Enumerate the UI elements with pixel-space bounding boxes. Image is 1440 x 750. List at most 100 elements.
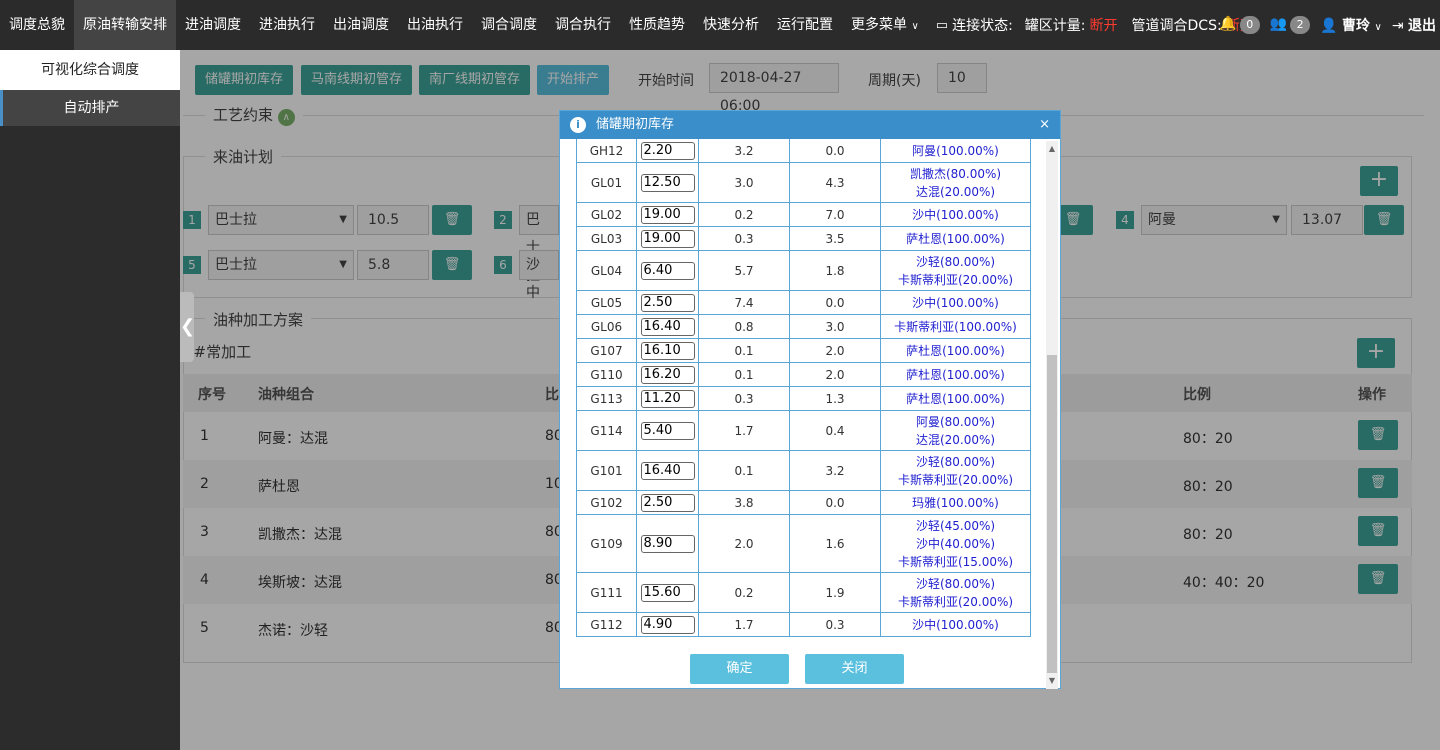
tank-name: G113: [576, 386, 637, 411]
tank-name: G101: [576, 450, 637, 491]
user-menu[interactable]: 👤 曹玲 ∨: [1320, 15, 1382, 35]
composition-item: 卡斯蒂利亚(20.00%): [897, 472, 1014, 487]
composition-item: 沙中(100.00%): [912, 295, 999, 310]
tank-value-input[interactable]: [640, 205, 695, 224]
tank-row: GL01 3.04.3 凯撒杰(80.00%) 达混(20.00%): [576, 162, 1031, 203]
composition-item: 沙轻(45.00%): [915, 518, 996, 533]
more-menu-label: 更多菜单: [851, 17, 907, 33]
tank-value-input[interactable]: [640, 141, 695, 160]
composition-item: 卡斯蒂利亚(15.00%): [897, 554, 1014, 569]
tank-value-input[interactable]: [640, 421, 695, 440]
sidebar-collapse-toggle[interactable]: ❮: [180, 292, 196, 362]
nav-item-outflow-exec[interactable]: 出油执行: [398, 0, 472, 50]
tank-col-b: 0.4: [789, 410, 881, 451]
tank-composition: 沙轻(45.00%) 沙中(40.00%) 卡斯蒂利亚(15.00%): [880, 514, 1031, 573]
tank-col-a: 0.3: [698, 226, 790, 251]
tank-value-input[interactable]: [640, 173, 695, 192]
scroll-thumb[interactable]: [1047, 355, 1057, 673]
tank-name: G110: [576, 362, 637, 387]
composition-item: 卡斯蒂利亚(20.00%): [897, 594, 1014, 609]
composition-item: 萨杜恩(100.00%): [906, 343, 1005, 358]
nav-item-run-config[interactable]: 运行配置: [768, 0, 842, 50]
tank-value-input[interactable]: [640, 389, 695, 408]
nav-item-blend-exec[interactable]: 调合执行: [546, 0, 620, 50]
chevron-left-icon: ❮: [180, 316, 196, 337]
tank-composition: 沙中(100.00%): [880, 612, 1031, 637]
tank-value-input[interactable]: [640, 493, 695, 512]
tank-value-input[interactable]: [640, 534, 695, 553]
tank-value-cell: [636, 338, 699, 363]
tank-row: G114 1.70.4 阿曼(80.00%) 达混(20.00%): [576, 410, 1031, 451]
tank-value-input[interactable]: [640, 365, 695, 384]
tank-col-a: 5.7: [698, 250, 790, 291]
dialog-title: 储罐期初库存: [596, 117, 675, 132]
tank-col-a: 0.1: [698, 338, 790, 363]
composition-item: 沙轻(80.00%): [915, 454, 996, 469]
tank-name: GL06: [576, 314, 637, 339]
notifications[interactable]: 🔔 0: [1219, 16, 1260, 34]
composition-item: 沙中(100.00%): [912, 617, 999, 632]
tank-value-input[interactable]: [640, 583, 695, 602]
composition-item: 沙中(40.00%): [915, 536, 996, 551]
nav-item-inflow-exec[interactable]: 进油执行: [250, 0, 324, 50]
composition-item: 卡斯蒂利亚(100.00%): [894, 319, 1017, 334]
tank-value-input[interactable]: [640, 293, 695, 312]
logout-label: 退出: [1408, 18, 1436, 34]
nav-item-overview[interactable]: 调度总貌: [0, 0, 74, 50]
tank-col-b: 1.9: [789, 572, 881, 613]
tank-col-b: 0.0: [789, 490, 881, 515]
tank-composition: 沙轻(80.00%) 卡斯蒂利亚(20.00%): [880, 450, 1031, 491]
composition-item: 沙轻(80.00%): [915, 576, 996, 591]
scroll-down-icon[interactable]: ▼: [1046, 675, 1058, 687]
close-button[interactable]: 关闭: [805, 654, 904, 684]
tank-name: GL03: [576, 226, 637, 251]
tank-value-input[interactable]: [640, 615, 695, 634]
tank-composition: 沙中(100.00%): [880, 290, 1031, 315]
logout-button[interactable]: ⇥ 退出: [1392, 15, 1436, 35]
tank-col-b: 4.3: [789, 162, 881, 203]
tank-value-cell: [636, 514, 699, 573]
tank-row: GL04 5.71.8 沙轻(80.00%) 卡斯蒂利亚(20.00%): [576, 250, 1031, 291]
tank-row: G109 2.01.6 沙轻(45.00%) 沙中(40.00%) 卡斯蒂利亚(15.0…: [576, 514, 1031, 573]
tank-value-input[interactable]: [640, 317, 695, 336]
tank-name: G107: [576, 338, 637, 363]
tank-value-cell: [636, 226, 699, 251]
nav-item-crude-transfer[interactable]: 原油转输安排: [74, 0, 176, 50]
tank-row: GL02 0.27.0 沙中(100.00%): [576, 202, 1031, 227]
tank-col-a: 2.0: [698, 514, 790, 573]
tank-col-a: 3.2: [698, 139, 790, 163]
sidebar-item-auto-schedule[interactable]: 自动排产: [0, 90, 180, 126]
tank-value-input[interactable]: [640, 341, 695, 360]
tank-label: 罐区计量:: [1024, 18, 1086, 34]
tank-value-cell: [636, 612, 699, 637]
tank-row: G101 0.13.2 沙轻(80.00%) 卡斯蒂利亚(20.00%): [576, 450, 1031, 491]
tank-value-input[interactable]: [640, 461, 695, 480]
nav-item-inflow-dispatch[interactable]: 进油调度: [176, 0, 250, 50]
tank-value-cell: [636, 362, 699, 387]
tank-col-b: 3.2: [789, 450, 881, 491]
users[interactable]: 👥 2: [1270, 16, 1311, 34]
composition-item: 达混(20.00%): [915, 432, 996, 447]
tank-name: G109: [576, 514, 637, 573]
nav-item-more-menu[interactable]: 更多菜单 ∨: [842, 0, 928, 50]
nav-item-property-trend[interactable]: 性质趋势: [620, 0, 694, 50]
nav-item-blend-dispatch[interactable]: 调合调度: [472, 0, 546, 50]
composition-item: 阿曼(100.00%): [912, 143, 999, 158]
nav-item-outflow-dispatch[interactable]: 出油调度: [324, 0, 398, 50]
confirm-button[interactable]: 确定: [690, 654, 789, 684]
close-icon[interactable]: ×: [1039, 111, 1050, 139]
scroll-up-icon[interactable]: ▲: [1046, 143, 1058, 155]
tank-value-input[interactable]: [640, 261, 695, 280]
dialog-scrollbar[interactable]: ▲ ▼: [1046, 141, 1058, 689]
tank-col-b: 0.0: [789, 139, 881, 163]
nav-item-quick-analysis[interactable]: 快速分析: [694, 0, 768, 50]
tank-composition: 阿曼(80.00%) 达混(20.00%): [880, 410, 1031, 451]
tank-col-b: 0.3: [789, 612, 881, 637]
tank-col-a: 0.1: [698, 362, 790, 387]
sidebar-item-visual-dispatch[interactable]: 可视化综合调度: [0, 50, 180, 90]
tank-row: G112 1.70.3 沙中(100.00%): [576, 612, 1031, 637]
tank-composition: 萨杜恩(100.00%): [880, 226, 1031, 251]
monitor-icon: ▭: [935, 17, 949, 33]
tank-value-input[interactable]: [640, 229, 695, 248]
tank-name: GL02: [576, 202, 637, 227]
